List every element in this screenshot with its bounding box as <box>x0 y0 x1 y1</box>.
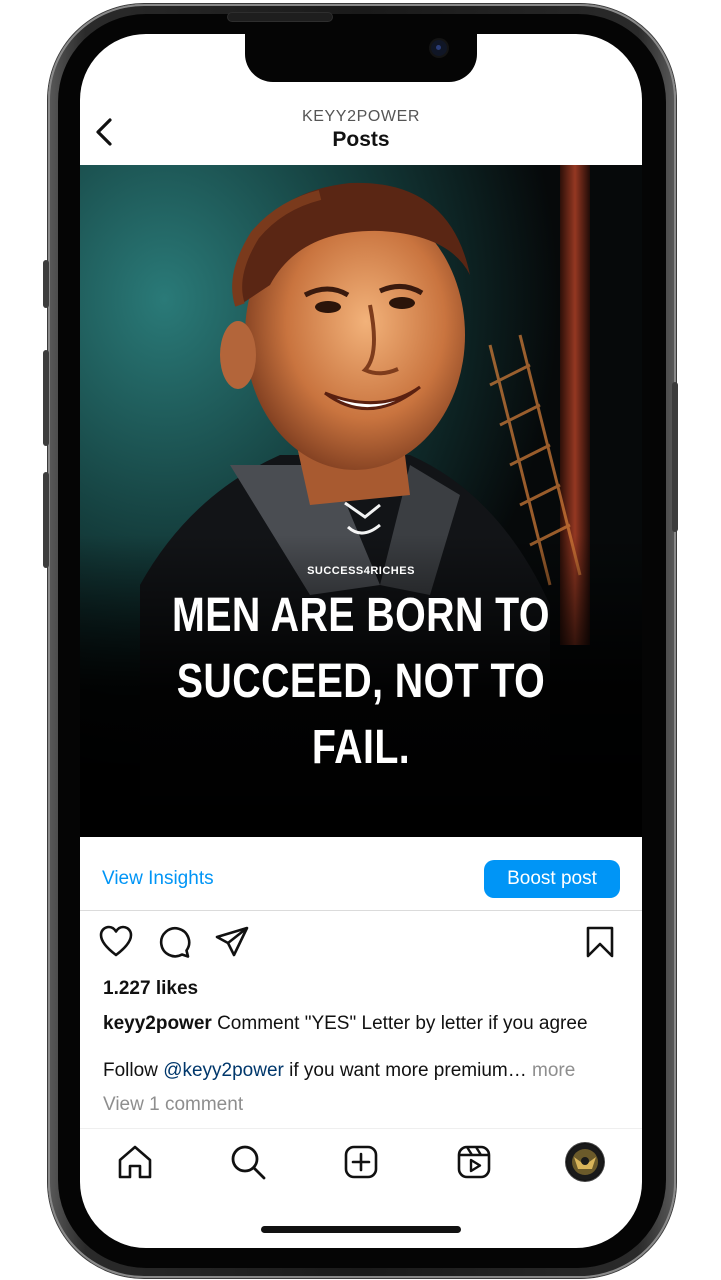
quote-line: FAIL. <box>311 721 411 774</box>
boost-post-button[interactable]: Boost post <box>484 860 620 898</box>
follow-suffix: if you want more premium… <box>289 1060 527 1081</box>
share-icon[interactable] <box>214 924 250 960</box>
post-header: KEYY2POWER Posts <box>80 94 642 164</box>
view-comments-link[interactable]: View 1 comment <box>103 1094 243 1116</box>
watermark-text: SUCCESS4RICHES <box>307 565 415 577</box>
quote-text: MEN ARE BORN TO SUCCEED, NOT TO FAIL. <box>131 583 592 781</box>
post-image[interactable]: SUCCESS4RICHES MEN ARE BORN TO SUCCEED, … <box>80 165 642 837</box>
caption-username[interactable]: keyy2power <box>103 1013 212 1034</box>
front-camera <box>431 40 447 56</box>
earpiece-speaker <box>228 13 332 21</box>
page-title: Posts <box>332 128 390 151</box>
bookmark-icon[interactable] <box>582 924 618 960</box>
avatar-image <box>567 1144 603 1180</box>
mention-link[interactable]: @keyy2power <box>163 1060 284 1081</box>
header-username: KEYY2POWER <box>301 108 421 125</box>
quote-line: SUCCEED, NOT TO <box>176 655 546 708</box>
search-icon[interactable] <box>229 1143 267 1181</box>
reels-icon[interactable] <box>455 1143 493 1181</box>
notch <box>245 34 477 82</box>
quote-line: MEN ARE BORN TO <box>172 589 550 642</box>
home-icon[interactable] <box>116 1143 154 1181</box>
insights-bar: View Insights Boost post <box>80 838 642 911</box>
volume-down-button <box>43 472 49 568</box>
caption-follow-line: Follow @keyy2power if you want more prem… <box>103 1060 623 1082</box>
view-insights-link[interactable]: View Insights <box>102 868 214 890</box>
caption-text: Comment "YES" Letter by letter if you ag… <box>217 1013 588 1034</box>
power-button <box>672 382 678 532</box>
likes-count[interactable]: 1.227 likes <box>103 978 198 1000</box>
home-indicator[interactable] <box>261 1226 461 1233</box>
heart-icon[interactable] <box>98 924 134 960</box>
bottom-nav <box>80 1128 642 1199</box>
comment-icon[interactable] <box>156 924 192 960</box>
follow-prefix: Follow <box>103 1060 158 1081</box>
silent-switch <box>43 260 49 308</box>
more-link[interactable]: more <box>532 1060 575 1081</box>
post-caption: keyy2power Comment "YES" Letter by lette… <box>103 1012 613 1036</box>
create-icon[interactable] <box>342 1143 380 1181</box>
volume-up-button <box>43 350 49 446</box>
profile-avatar[interactable] <box>566 1143 604 1181</box>
screen: KEYY2POWER Posts SUCCESS4RICHES MEN ARE … <box>80 34 642 1248</box>
